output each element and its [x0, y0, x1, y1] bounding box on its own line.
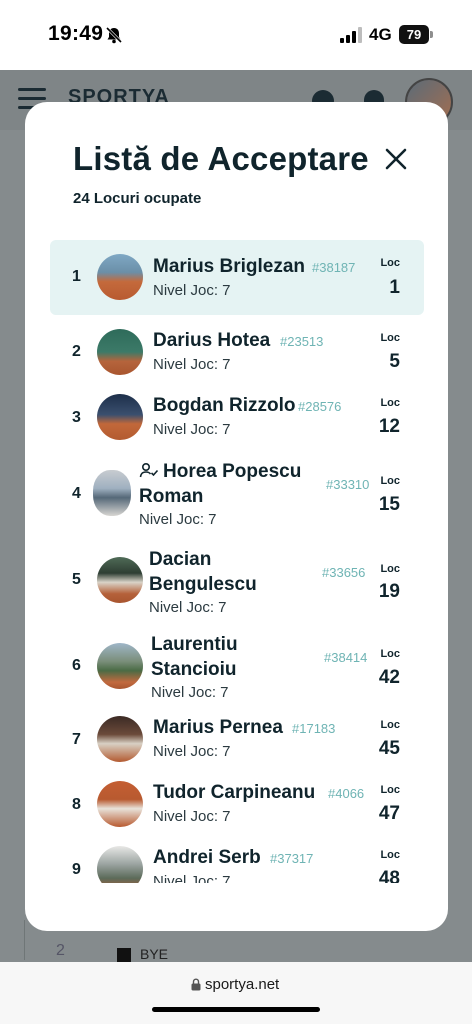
player-level: Nivel Joc: 7 — [153, 421, 231, 438]
player-id: #28576 — [298, 399, 342, 414]
player-name-line2[interactable]: Roman — [139, 484, 203, 509]
player-row[interactable]: 4 Horea Popescu Roman #33310 Nivel Joc: … — [50, 447, 424, 535]
player-row[interactable]: 7 Marius Pernea #17183 Nivel Joc: 7 Loc … — [50, 705, 424, 770]
loc-value: 12 — [378, 416, 400, 437]
player-name-line1[interactable]: Dacian — [149, 547, 211, 572]
player-row[interactable]: 9 Andrei Serb #37317 Nivel Joc: 7 Loc 48 — [50, 835, 424, 883]
loc-value: 5 — [389, 351, 400, 372]
bye-marker — [117, 948, 131, 962]
player-level: Nivel Joc: 7 — [153, 873, 231, 883]
player-id: #4066 — [328, 786, 365, 801]
loc-label: Loc — [380, 784, 400, 796]
url-text[interactable]: sportya.net — [205, 976, 279, 993]
player-rank: 6 — [72, 657, 81, 674]
player-level: Nivel Joc: 7 — [153, 356, 231, 373]
player-level: Nivel Joc: 7 — [153, 282, 231, 299]
player-rank: 3 — [72, 409, 81, 426]
player-rank: 9 — [72, 861, 81, 878]
bye-label: BYE — [140, 946, 169, 962]
player-name-line2[interactable]: Bengulescu — [149, 572, 257, 597]
modal-title: Listă de Acceptare — [73, 140, 369, 177]
player-id: #33310 — [326, 477, 370, 492]
background-row-number: 2 — [56, 942, 65, 959]
player-id: #37317 — [270, 851, 314, 866]
player-rank: 4 — [72, 485, 81, 502]
player-id: #33656 — [322, 565, 366, 580]
player-name[interactable]: Marius Pernea — [153, 715, 283, 740]
player-name[interactable]: Darius Hotea — [153, 328, 270, 353]
player-name[interactable]: Horea Popescu — [139, 459, 301, 484]
player-row[interactable]: 8 Tudor Carpineanu #4066 Nivel Joc: 7 Lo… — [50, 770, 424, 835]
loc-value: 48 — [378, 868, 400, 883]
player-id: #38187 — [312, 260, 356, 275]
player-level: Nivel Joc: 7 — [139, 511, 217, 528]
player-row[interactable]: 2 Darius Hotea #23513 Nivel Joc: 7 Loc 5 — [50, 317, 424, 382]
player-name[interactable]: Bogdan Rizzolo — [153, 393, 295, 418]
player-avatar[interactable] — [97, 781, 143, 827]
player-name[interactable]: Andrei Serb — [153, 845, 261, 870]
loc-label: Loc — [380, 648, 400, 660]
player-name[interactable]: Tudor Carpineanu — [153, 780, 315, 805]
loc-value: 1 — [389, 277, 400, 298]
player-rank: 2 — [72, 343, 81, 360]
battery-tip — [430, 31, 433, 38]
player-name-line1[interactable]: Laurentiu — [151, 632, 238, 657]
loc-label: Loc — [380, 475, 400, 487]
user-check-icon — [139, 462, 159, 478]
player-avatar[interactable] — [97, 329, 143, 375]
player-level: Nivel Joc: 7 — [151, 684, 229, 701]
player-avatar[interactable] — [97, 716, 143, 762]
player-avatar[interactable] — [97, 846, 143, 883]
player-row[interactable]: 3 Bogdan Rizzolo #28576 Nivel Joc: 7 Loc… — [50, 382, 424, 447]
player-level: Nivel Joc: 7 — [149, 599, 227, 616]
player-level: Nivel Joc: 7 — [153, 743, 231, 760]
player-avatar[interactable] — [97, 557, 143, 603]
signal-icon — [340, 27, 362, 43]
players-list: 1 Marius Briglezan #38187 Nivel Joc: 7 L… — [50, 240, 424, 883]
player-avatar[interactable] — [97, 394, 143, 440]
loc-label: Loc — [380, 397, 400, 409]
player-rank: 5 — [72, 571, 81, 588]
player-row[interactable]: 5 Dacian Bengulescu #33656 Nivel Joc: 7 … — [50, 535, 424, 620]
player-avatar[interactable] — [93, 470, 131, 516]
loc-label: Loc — [380, 563, 400, 575]
player-rank: 1 — [72, 268, 81, 285]
player-rank: 7 — [72, 731, 81, 748]
loc-value: 47 — [378, 803, 400, 824]
bell-off-icon — [105, 26, 123, 44]
home-indicator[interactable] — [152, 1007, 320, 1012]
battery-icon: 79 — [399, 25, 433, 44]
loc-label: Loc — [380, 257, 400, 269]
player-name[interactable]: Marius Briglezan — [153, 254, 305, 279]
player-row[interactable]: 1 Marius Briglezan #38187 Nivel Joc: 7 L… — [50, 240, 424, 315]
status-bar: 19:49 4G 79 — [0, 0, 472, 70]
battery-level: 79 — [399, 25, 429, 44]
player-id: #17183 — [292, 721, 336, 736]
player-id: #23513 — [280, 334, 324, 349]
player-level: Nivel Joc: 7 — [153, 808, 231, 825]
places-occupied: 24 Locuri ocupate — [73, 190, 202, 207]
player-row[interactable]: 6 Laurentiu Stancioiu #38414 Nivel Joc: … — [50, 620, 424, 705]
close-icon[interactable] — [383, 146, 409, 172]
network-type: 4G — [369, 25, 392, 44]
loc-value: 45 — [378, 738, 400, 759]
loc-value: 42 — [378, 667, 400, 688]
loc-value: 15 — [378, 494, 400, 515]
loc-value: 19 — [378, 581, 400, 602]
player-avatar[interactable] — [97, 643, 143, 689]
lock-icon — [191, 978, 201, 991]
player-name-line2[interactable]: Stancioiu — [151, 657, 237, 682]
player-name-line1: Horea Popescu — [163, 461, 302, 482]
loc-label: Loc — [380, 332, 400, 344]
player-id: #38414 — [324, 650, 368, 665]
loc-label: Loc — [380, 719, 400, 731]
acceptance-list-modal: Listă de Acceptare 24 Locuri ocupate 1 M… — [25, 102, 448, 931]
status-time: 19:49 — [48, 22, 104, 45]
player-avatar[interactable] — [97, 254, 143, 300]
browser-url-bar[interactable]: sportya.net — [0, 962, 472, 1024]
player-rank: 8 — [72, 796, 81, 813]
loc-label: Loc — [380, 849, 400, 861]
